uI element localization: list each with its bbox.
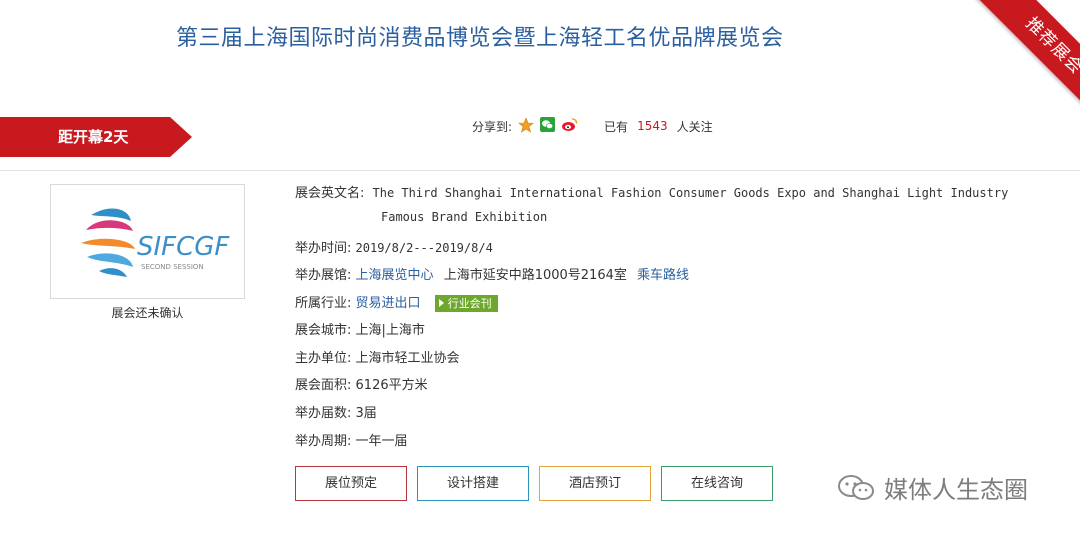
weibo-icon[interactable] <box>561 117 578 135</box>
english-name-line2: Famous Brand Exhibition <box>381 210 548 224</box>
wechat-watermark-icon <box>838 474 874 500</box>
english-name-label: 展会英文名: <box>295 186 365 201</box>
info-industry: 所属行业: 贸易进出口 行业会刊 <box>295 292 498 312</box>
recommended-ribbon: 推荐展会 <box>960 0 1080 120</box>
views-suffix: 人关注 <box>676 119 713 134</box>
area-label: 展会面积: <box>295 378 352 393</box>
share-label: 分享到: <box>472 119 513 134</box>
logo-text: SIFCGF <box>137 232 230 262</box>
design-build-button[interactable]: 设计搭建 <box>417 466 529 501</box>
organizer-value: 上海市轻工业协会 <box>355 351 460 366</box>
page-title: 第三届上海国际时尚消费品博览会暨上海轻工名优品牌展览会 <box>176 26 784 51</box>
route-link[interactable]: 乘车路线 <box>637 268 689 283</box>
expo-logo: SIFCGF SECOND SESSION <box>50 184 245 299</box>
area-value: 6126平方米 <box>355 378 428 393</box>
city-value: 上海|上海市 <box>355 323 425 338</box>
info-city: 展会城市: 上海|上海市 <box>295 319 425 338</box>
english-name-line1: The Third Shanghai International Fashion… <box>372 186 1009 200</box>
ribbon-label: 推荐展会 <box>969 0 1080 120</box>
city-label: 展会城市: <box>295 323 352 338</box>
info-time: 举办时间: 2019/8/2---2019/8/4 <box>295 237 493 256</box>
logo-subtext: SECOND SESSION <box>141 263 204 271</box>
info-venue: 举办展馆: 上海展览中心 上海市延安中路1000号2164室 乘车路线 <box>295 264 689 283</box>
info-sessions: 举办届数: 3届 <box>295 402 377 421</box>
sessions-label: 举办届数: <box>295 406 352 421</box>
online-consult-button[interactable]: 在线咨询 <box>661 466 773 501</box>
venue-link[interactable]: 上海展览中心 <box>356 268 434 283</box>
info-english-name: 展会英文名: The Third Shanghai International … <box>295 182 1008 201</box>
views-count: 1543 <box>637 119 668 133</box>
play-icon <box>438 299 444 307</box>
cycle-label: 举办周期: <box>295 434 352 449</box>
star-icon[interactable] <box>518 116 534 136</box>
booth-reservation-button[interactable]: 展位预定 <box>295 466 407 501</box>
watermark-text: 媒体人生态圈 <box>884 476 1028 504</box>
industry-journal-badge[interactable]: 行业会刊 <box>434 295 498 312</box>
industry-link[interactable]: 贸易进出口 <box>356 296 421 311</box>
countdown-banner: 距开幕2天 <box>0 117 170 157</box>
industry-journal-label: 行业会刊 <box>447 297 492 310</box>
venue-address: 上海市延安中路1000号2164室 <box>443 268 627 283</box>
info-organizer: 主办单位: 上海市轻工业协会 <box>295 347 460 366</box>
logo-caption: 展会还未确认 <box>111 306 184 320</box>
share-bar: 分享到: 已有 1543 人关注 <box>472 116 713 136</box>
cycle-value: 一年一届 <box>355 434 408 449</box>
info-area: 展会面积: 6126平方米 <box>295 374 428 393</box>
views-prefix: 已有 <box>604 119 629 134</box>
wechat-icon[interactable] <box>540 117 556 135</box>
industry-label: 所属行业: <box>295 296 352 311</box>
venue-label: 举办展馆: <box>295 268 352 283</box>
countdown-arrow <box>170 117 192 157</box>
sessions-value: 3届 <box>355 406 377 421</box>
watermark: 媒体人生态圈 <box>836 470 1028 505</box>
hotel-booking-button[interactable]: 酒店预订 <box>539 466 651 501</box>
info-cycle: 举办周期: 一年一届 <box>295 430 408 449</box>
time-value: 2019/8/2---2019/8/4 <box>355 241 493 255</box>
section-divider <box>0 170 1080 171</box>
time-label: 举办时间: <box>295 241 352 256</box>
organizer-label: 主办单位: <box>295 351 352 366</box>
